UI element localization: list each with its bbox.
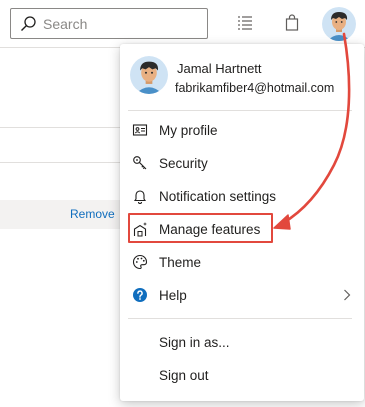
profile-name: Jamal Hartnett — [177, 61, 262, 76]
key-icon — [133, 156, 147, 170]
remove-link[interactable]: Remove — [70, 207, 115, 221]
menu-item-label: Help — [159, 288, 187, 303]
work-items-icon[interactable] — [236, 14, 254, 32]
menu-item-label: Manage features — [159, 222, 261, 237]
menu-item-label: My profile — [159, 123, 218, 138]
menu-divider — [128, 318, 352, 319]
menu-item-label: Sign out — [159, 368, 209, 383]
menu-item-label: Notification settings — [159, 189, 277, 204]
id-card-icon — [132, 124, 148, 136]
profile-menu: Jamal Hartnett fabrikamfiber4@hotmail.co… — [120, 44, 364, 401]
menu-item-help[interactable]: Help — [120, 282, 364, 310]
search-placeholder: Search — [43, 16, 88, 32]
menu-item-sign-out[interactable]: Sign out — [120, 362, 364, 390]
search-icon — [21, 16, 36, 31]
help-icon — [133, 288, 147, 302]
user-avatar-button[interactable] — [322, 7, 356, 41]
top-header-bar: Search — [0, 0, 365, 48]
profile-avatar — [130, 56, 168, 94]
bell-icon — [133, 190, 147, 204]
menu-item-sign-in-as[interactable]: Sign in as... — [120, 329, 364, 357]
profile-email: fabrikamfiber4@hotmail.com — [175, 81, 335, 95]
avatar-image — [322, 7, 356, 41]
menu-item-label: Sign in as... — [159, 335, 230, 350]
background-divider — [0, 162, 120, 163]
menu-item-label: Security — [159, 156, 208, 171]
chevron-right-icon — [344, 289, 351, 301]
menu-item-security[interactable]: Security — [120, 150, 364, 178]
avatar-image — [130, 56, 168, 94]
menu-divider — [128, 110, 352, 111]
menu-item-label: Theme — [159, 255, 202, 270]
menu-item-notification-settings[interactable]: Notification settings — [120, 183, 364, 211]
background-divider — [0, 127, 120, 128]
marketplace-bag-icon[interactable] — [283, 14, 301, 32]
preview-features-icon — [133, 222, 147, 237]
menu-item-my-profile[interactable]: My profile — [120, 117, 364, 145]
menu-item-manage-features[interactable]: Manage features — [120, 216, 364, 244]
menu-item-theme[interactable]: Theme — [120, 249, 364, 277]
palette-icon — [132, 254, 148, 270]
search-box[interactable]: Search — [10, 8, 208, 39]
